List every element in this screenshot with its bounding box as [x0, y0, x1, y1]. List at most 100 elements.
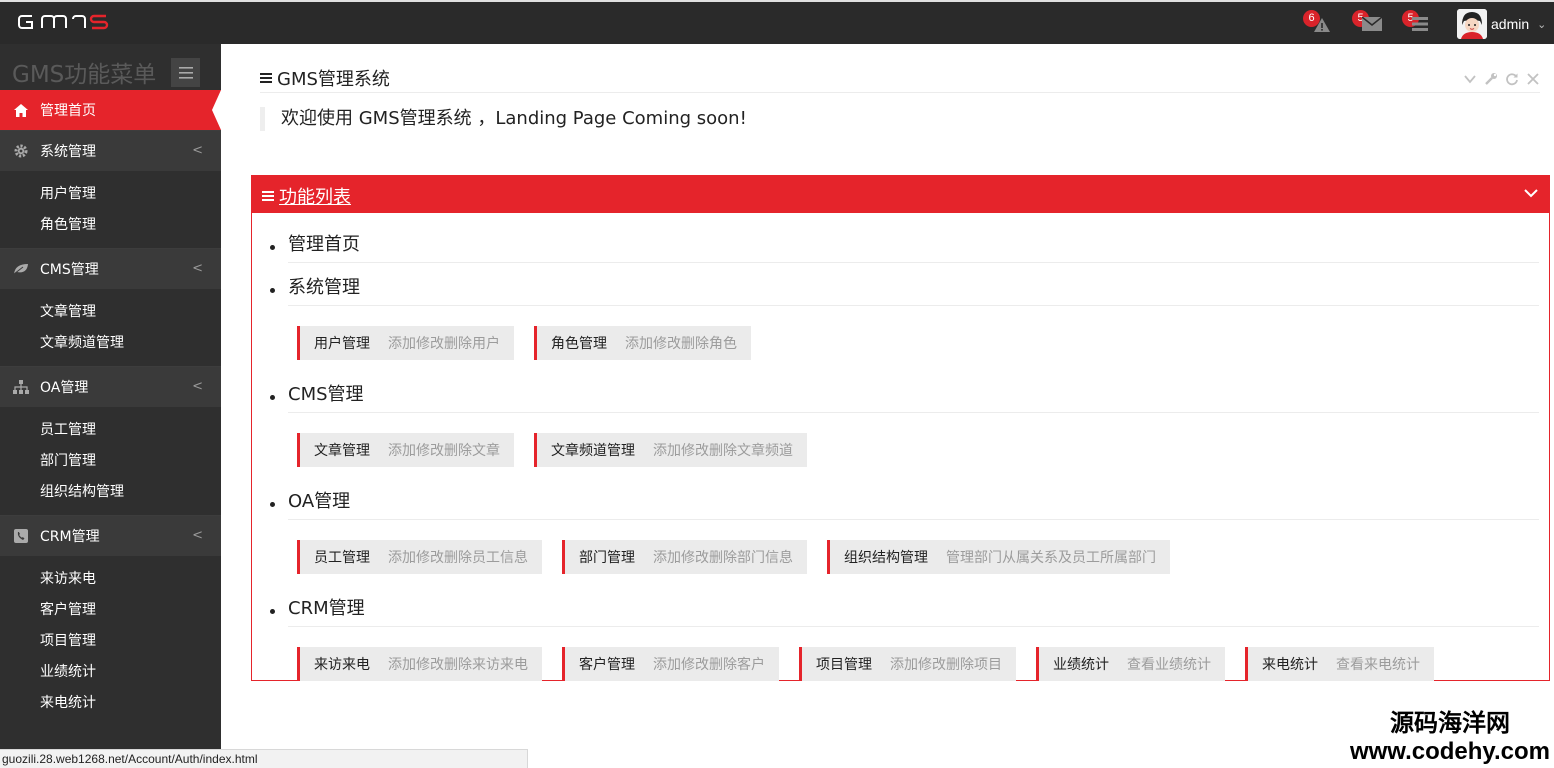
- chip-desc: 添加修改删除员工信息: [388, 550, 528, 566]
- category-heading: 系统管理: [270, 274, 1539, 306]
- category-cms: CMS管理 文章管理 添加修改删除文章 文章频道管理 添加修改删除文章频道: [270, 381, 1539, 488]
- chip-desc: 添加修改删除来访来电: [388, 657, 528, 673]
- sidebar-subitem-org-structure[interactable]: 组织结构管理: [0, 477, 221, 508]
- refresh-icon[interactable]: [1505, 72, 1519, 86]
- sidebar-subitem-customers[interactable]: 客户管理: [0, 595, 221, 626]
- function-chip-roles[interactable]: 角色管理 添加修改删除角色: [534, 326, 751, 360]
- sidebar-item-label: CMS管理: [40, 262, 99, 278]
- gear-icon: [13, 143, 29, 159]
- chevron-left-icon: <: [192, 143, 203, 158]
- sidebar-subitem-projects[interactable]: 项目管理: [0, 626, 221, 657]
- close-icon[interactable]: [1526, 72, 1540, 86]
- chip-name: 员工管理: [314, 550, 370, 566]
- chevron-left-icon: <: [192, 261, 203, 276]
- sidebar-subitem-call-stats[interactable]: 来电统计: [0, 688, 221, 719]
- function-chip-performance-stats[interactable]: 业绩统计 查看业绩统计: [1036, 647, 1225, 681]
- function-list-body: 管理首页 系统管理 用户管理 添加修改删除用户 角色管理 添加修改删除角色 CM…: [252, 213, 1549, 702]
- home-icon: [13, 102, 29, 118]
- bullet: [270, 501, 275, 507]
- bullet: [270, 394, 275, 400]
- sidebar-item-oa[interactable]: OA管理 <: [0, 367, 221, 407]
- function-chip-channels[interactable]: 文章频道管理 添加修改删除文章频道: [534, 433, 807, 467]
- category-name[interactable]: 系统管理: [288, 274, 1539, 306]
- sidebar-subitem-channels[interactable]: 文章频道管理: [0, 328, 221, 359]
- alerts-button[interactable]: 6: [1303, 10, 1335, 36]
- category-name[interactable]: 管理首页: [288, 231, 1539, 263]
- function-chip-articles[interactable]: 文章管理 添加修改删除文章: [297, 433, 514, 467]
- function-list-header: 功能列表: [252, 176, 1549, 213]
- chevron-down-icon[interactable]: [1523, 185, 1539, 201]
- chip-name: 项目管理: [816, 657, 872, 673]
- top-navbar: 6 5 5 admin ⌄: [0, 0, 1554, 44]
- chip-name: 业绩统计: [1053, 657, 1109, 673]
- tasks-button[interactable]: 5: [1402, 10, 1434, 36]
- function-chip-org-structure[interactable]: 组织结构管理 管理部门从属关系及员工所属部门: [827, 540, 1170, 574]
- sidebar: GMS功能菜单 管理首页 系统管理 < 用户管理 角色管理 CMS管理 < 文章…: [0, 44, 221, 768]
- sidebar-item-label: 系统管理: [40, 144, 96, 160]
- chip-desc: 添加修改删除文章频道: [653, 443, 793, 459]
- function-chip-projects[interactable]: 项目管理 添加修改删除项目: [799, 647, 1016, 681]
- menu-icon: [178, 66, 193, 79]
- category-home: 管理首页: [270, 231, 1539, 263]
- watermark: 源码海洋网 www.codehy.com: [1350, 708, 1550, 766]
- chip-desc: 查看来电统计: [1336, 657, 1420, 673]
- category-heading: CMS管理: [270, 381, 1539, 413]
- function-chip-departments[interactable]: 部门管理 添加修改删除部门信息: [562, 540, 807, 574]
- list-icon: [262, 191, 274, 201]
- category-name[interactable]: CRM管理: [288, 595, 1539, 627]
- watermark-line1: 源码海洋网: [1389, 709, 1510, 737]
- function-chip-customers[interactable]: 客户管理 添加修改删除客户: [562, 647, 779, 681]
- sidebar-item-system[interactable]: 系统管理 <: [0, 131, 221, 171]
- sidebar-item-cms[interactable]: CMS管理 <: [0, 249, 221, 289]
- sidebar-subitem-employees[interactable]: 员工管理: [0, 415, 221, 446]
- chip-name: 组织结构管理: [844, 550, 928, 566]
- function-chip-call-stats[interactable]: 来电统计 查看来电统计: [1245, 647, 1434, 681]
- chip-desc: 查看业绩统计: [1127, 657, 1211, 673]
- sidebar-submenu-cms: 文章管理 文章频道管理: [0, 289, 221, 366]
- category-name[interactable]: OA管理: [288, 488, 1539, 520]
- function-chip-visits-calls[interactable]: 来访来电 添加修改删除来访来电: [297, 647, 542, 681]
- sidebar-group-system: 系统管理 < 用户管理 角色管理: [0, 131, 221, 249]
- chip-desc: 添加修改删除客户: [653, 657, 765, 673]
- chip-desc: 管理部门从属关系及员工所属部门: [946, 550, 1156, 566]
- welcome-header: GMS管理系统: [260, 62, 1540, 93]
- function-chip-users[interactable]: 用户管理 添加修改删除用户: [297, 326, 514, 360]
- bullet: [270, 287, 275, 293]
- sidebar-subitem-performance-stats[interactable]: 业绩统计: [0, 657, 221, 688]
- function-chip-employees[interactable]: 员工管理 添加修改删除员工信息: [297, 540, 542, 574]
- category-heading: 管理首页: [270, 231, 1539, 263]
- welcome-title: GMS管理系统: [260, 65, 390, 91]
- category-name[interactable]: CMS管理: [288, 381, 1539, 413]
- function-list-title[interactable]: 功能列表: [262, 183, 351, 209]
- browser-status-url: guozili.28.web1268.net/Account/Auth/inde…: [0, 749, 528, 768]
- chip-name: 文章频道管理: [551, 443, 635, 459]
- sidebar-subitem-articles[interactable]: 文章管理: [0, 297, 221, 328]
- messages-button[interactable]: 5: [1352, 10, 1384, 36]
- category-items: 文章管理 添加修改删除文章 文章频道管理 添加修改删除文章频道: [270, 413, 1539, 488]
- bullet: [270, 244, 275, 250]
- category-items: 用户管理 添加修改删除用户 角色管理 添加修改删除角色: [270, 306, 1539, 381]
- collapse-chevron-icon[interactable]: [1463, 72, 1477, 86]
- chip-desc: 添加修改删除角色: [625, 336, 737, 352]
- function-list-title-text: 功能列表: [279, 187, 351, 208]
- chip-desc: 添加修改删除用户: [388, 336, 500, 352]
- sidebar-submenu-crm: 来访来电 客户管理 项目管理 业绩统计 来电统计: [0, 556, 221, 726]
- sidebar-subitem-departments[interactable]: 部门管理: [0, 446, 221, 477]
- chip-name: 部门管理: [579, 550, 635, 566]
- chip-desc: 添加修改删除部门信息: [653, 550, 793, 566]
- sidebar-submenu-oa: 员工管理 部门管理 组织结构管理: [0, 407, 221, 515]
- sidebar-toggle-button[interactable]: [171, 58, 200, 87]
- sidebar-item-label: OA管理: [40, 380, 89, 396]
- sidebar-item-label: CRM管理: [40, 529, 100, 545]
- avatar[interactable]: [1457, 9, 1487, 39]
- sidebar-subitem-visits-calls[interactable]: 来访来电: [0, 564, 221, 595]
- sidebar-subitem-roles[interactable]: 角色管理: [0, 210, 221, 241]
- gms-logo[interactable]: [18, 13, 124, 31]
- sidebar-item-crm[interactable]: CRM管理 <: [0, 516, 221, 556]
- user-menu[interactable]: admin ⌄: [1457, 9, 1546, 39]
- sidebar-item-home[interactable]: 管理首页: [0, 90, 221, 130]
- chip-name: 客户管理: [579, 657, 635, 673]
- sidebar-subitem-users[interactable]: 用户管理: [0, 179, 221, 210]
- wrench-icon[interactable]: [1484, 72, 1498, 86]
- chip-desc: 添加修改删除项目: [890, 657, 1002, 673]
